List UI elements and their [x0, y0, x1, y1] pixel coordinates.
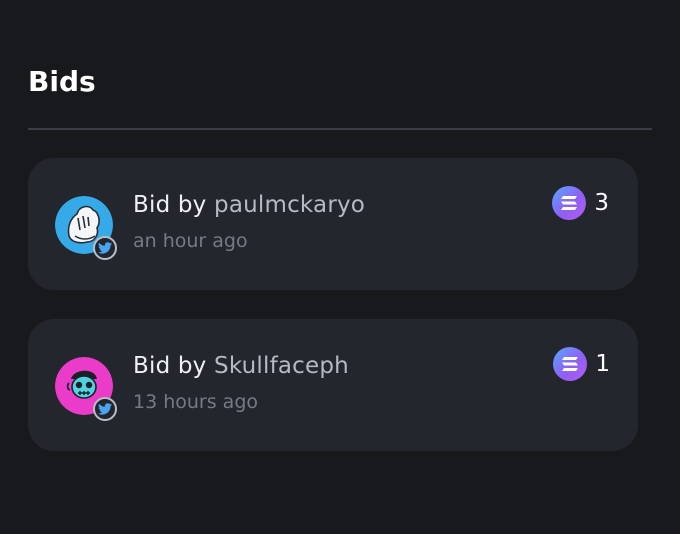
twitter-icon — [98, 403, 112, 415]
bid-line: Bid by Skullfaceph — [133, 349, 349, 383]
bidder-avatar-container[interactable] — [55, 196, 117, 260]
bid-timestamp: 13 hours ago — [133, 391, 259, 413]
solana-icon — [552, 186, 587, 220]
section-divider — [28, 128, 652, 130]
twitter-badge[interactable] — [93, 236, 117, 260]
bid-prefix: Bid by — [133, 192, 215, 218]
bidder-name[interactable]: Skullfaceph — [214, 353, 349, 379]
bids-panel: Bids Bid by paulmckaryo an hour ago 3 Bi… — [0, 0, 680, 534]
bid-timestamp: an hour ago — [133, 230, 248, 252]
bidder-name[interactable]: paulmckaryo — [214, 192, 365, 218]
bid-amount-value: 3 — [594, 190, 609, 216]
twitter-icon — [98, 242, 112, 254]
bidder-avatar-container[interactable] — [55, 357, 117, 421]
bid-info: Bid by Skullfaceph 13 hours ago — [133, 349, 349, 416]
bid-card[interactable]: Bid by Skullfaceph 13 hours ago 1 — [28, 319, 638, 451]
bid-prefix: Bid by — [133, 353, 215, 379]
bid-amount: 1 — [553, 347, 610, 381]
bid-line: Bid by paulmckaryo — [133, 188, 365, 222]
solana-icon — [553, 347, 588, 381]
bid-info: Bid by paulmckaryo an hour ago — [133, 188, 365, 255]
section-title: Bids — [28, 65, 96, 98]
bid-card[interactable]: Bid by paulmckaryo an hour ago 3 — [28, 158, 638, 290]
bid-amount-value: 1 — [595, 351, 610, 377]
bid-amount: 3 — [552, 186, 609, 220]
twitter-badge[interactable] — [93, 397, 117, 421]
